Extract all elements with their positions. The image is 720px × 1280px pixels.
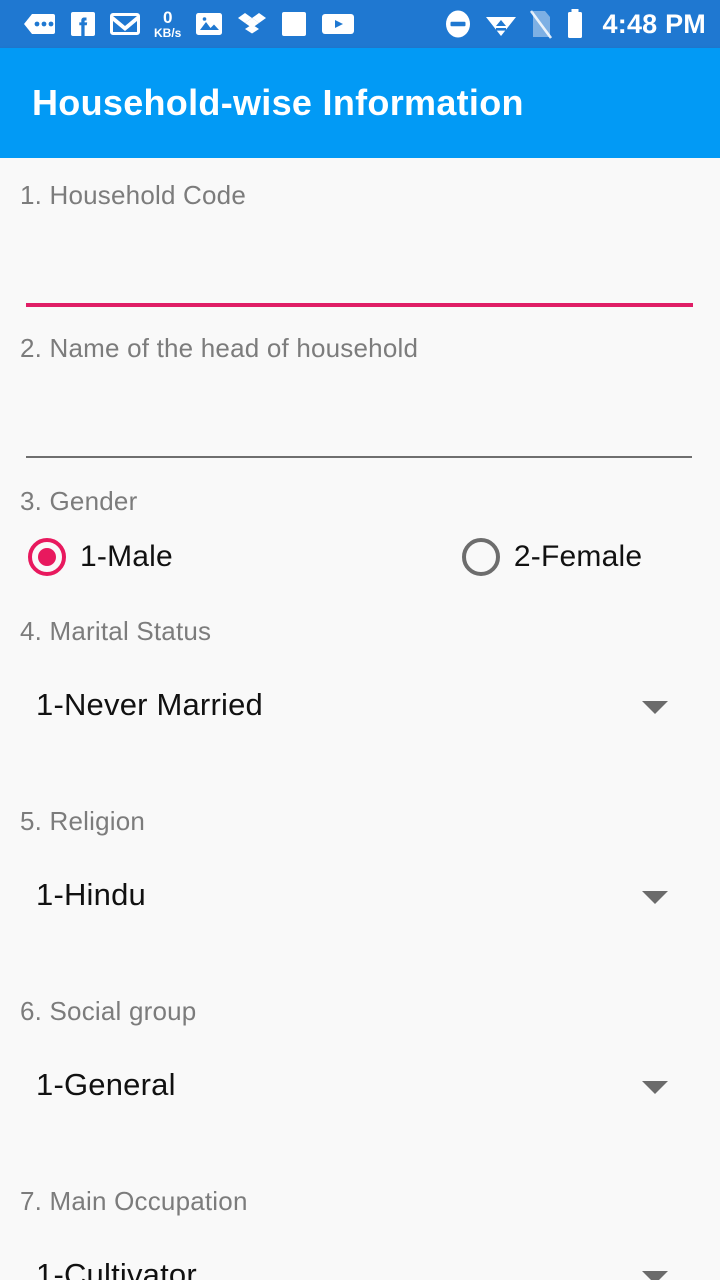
field-marital-status: 4. Marital Status 1-Never Married — [0, 616, 720, 735]
field-label-religion: 5. Religion — [20, 806, 146, 836]
field-religion: 5. Religion 1-Hindu — [0, 806, 720, 925]
form-content: 1. Household Code 2. Name of the head of… — [0, 158, 720, 1280]
app-bar: Household-wise Information — [0, 48, 720, 158]
battery-icon — [567, 9, 582, 38]
dropbox-icon — [238, 13, 267, 34]
field-gender: 3. Gender 1-Male 2-Female — [0, 486, 720, 576]
field-head-name: 2. Name of the head of household — [0, 333, 720, 460]
network-speed-value: 0 — [162, 8, 173, 27]
household-code-input[interactable] — [0, 211, 720, 307]
field-label-head-name: 2. Name of the head of household — [20, 333, 419, 363]
head-name-underline — [26, 456, 692, 458]
do-not-disturb-icon — [445, 10, 470, 38]
app-screen: 0 KB/s 4:48 PM Household-wise Informatio… — [0, 0, 720, 1280]
field-main-occupation: 7. Main Occupation 1-Cultivator — [0, 1186, 720, 1280]
radio-option-female[interactable]: 2-Female — [461, 538, 643, 576]
main-occupation-spinner[interactable]: 1-Cultivator — [0, 1245, 720, 1280]
status-bar-system-icons: 4:48 PM — [443, 8, 706, 40]
messages-icon — [24, 14, 55, 34]
gallery-icon — [196, 13, 223, 35]
field-label-marital-status: 4. Marital Status — [20, 616, 212, 646]
page-title: Household-wise Information — [32, 82, 524, 123]
youtube-icon — [322, 14, 355, 34]
field-label-household-code: 1. Household Code — [20, 180, 246, 210]
chevron-down-icon — [642, 1081, 668, 1094]
radio-icon-unselected — [461, 538, 500, 576]
white-square-icon — [282, 12, 307, 36]
social-group-spinner[interactable]: 1-General — [0, 1055, 720, 1115]
main-occupation-value: 1-Cultivator — [36, 1257, 197, 1280]
radio-label-male: 1-Male — [80, 540, 173, 573]
head-name-input[interactable] — [0, 364, 720, 460]
radio-dot — [38, 548, 56, 566]
field-label-social-group: 6. Social group — [20, 996, 197, 1026]
religion-value: 1-Hindu — [36, 877, 146, 912]
social-group-value: 1-General — [36, 1067, 176, 1102]
field-label-main-occupation: 7. Main Occupation — [20, 1186, 248, 1216]
radio-label-female: 2-Female — [513, 540, 643, 573]
chevron-down-icon — [642, 891, 668, 904]
no-sim-icon — [529, 10, 552, 39]
field-household-code: 1. Household Code — [0, 180, 720, 307]
network-speed-icon: 0 KB/s — [154, 9, 181, 39]
status-bar: 0 KB/s 4:48 PM — [0, 0, 720, 48]
marital-status-value: 1-Never Married — [36, 687, 263, 722]
marital-status-spinner[interactable]: 1-Never Married — [0, 675, 720, 735]
chevron-down-icon — [642, 1271, 668, 1280]
household-code-underline — [26, 303, 693, 307]
field-social-group: 6. Social group 1-General — [0, 996, 720, 1115]
chevron-down-icon — [642, 701, 668, 714]
status-bar-clock: 4:48 PM — [602, 8, 706, 39]
network-speed-unit: KB/s — [154, 26, 182, 40]
status-bar-notification-icons: 0 KB/s — [22, 9, 443, 39]
gmail-icon — [110, 13, 140, 35]
religion-spinner[interactable]: 1-Hindu — [0, 865, 720, 925]
field-label-gender: 3. Gender — [20, 486, 138, 516]
facebook-icon — [71, 12, 95, 36]
gender-radio-group: 1-Male 2-Female — [0, 538, 720, 576]
wifi-icon — [485, 17, 516, 36]
radio-icon-selected — [28, 538, 66, 576]
radio-option-male[interactable]: 1-Male — [28, 538, 173, 576]
